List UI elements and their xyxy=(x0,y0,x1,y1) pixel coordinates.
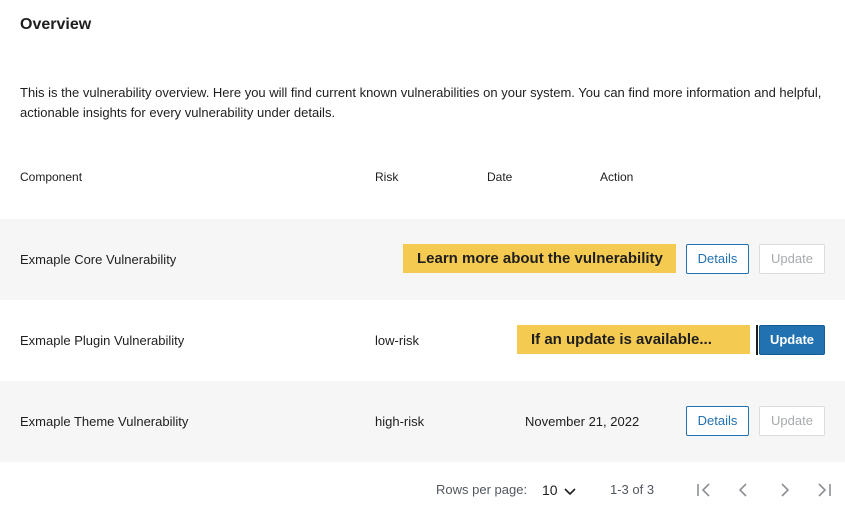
page-title: Overview xyxy=(20,16,92,33)
vulnerability-overview-page: Overview This is the vulnerability overv… xyxy=(0,0,845,521)
overview-description: This is the vulnerability overview. Here… xyxy=(20,85,822,120)
vulnerability-date: November 21, 2022 xyxy=(525,414,640,429)
table-row: Exmaple Core Vulnerability Learn more ab… xyxy=(0,219,845,300)
component-name: Exmaple Theme Vulnerability xyxy=(20,414,189,429)
chevron-down-icon[interactable] xyxy=(563,484,577,498)
column-header-component: Component xyxy=(20,170,83,184)
risk-level: high-risk xyxy=(375,414,425,429)
table-row: Exmaple Plugin Vulnerability low-risk If… xyxy=(0,300,845,381)
details-callout: Learn more about the vulnerability xyxy=(403,244,676,273)
column-header-action: Action xyxy=(600,170,634,184)
update-button[interactable]: Update xyxy=(759,325,825,355)
component-name: Exmaple Core Vulnerability xyxy=(20,252,177,267)
table-header: Component Risk Date Action xyxy=(0,168,845,188)
pagination: Rows per page: 10 1-3 of 3 xyxy=(0,470,845,510)
first-page-icon[interactable] xyxy=(694,480,714,500)
column-header-date: Date xyxy=(487,170,513,184)
rows-per-page-label: Rows per page: xyxy=(436,482,528,497)
next-page-icon[interactable] xyxy=(774,480,794,500)
risk-level: low-risk xyxy=(375,333,420,348)
component-name: Exmaple Plugin Vulnerability xyxy=(20,333,185,348)
callout-pointer xyxy=(756,325,758,355)
last-page-icon[interactable] xyxy=(814,480,834,500)
rows-per-page-select[interactable]: 10 xyxy=(542,482,558,498)
table-row: Exmaple Theme Vulnerability high-risk No… xyxy=(0,381,845,462)
details-button[interactable]: Details xyxy=(686,406,749,436)
update-button[interactable]: Update xyxy=(759,244,825,274)
update-button[interactable]: Update xyxy=(759,406,825,436)
previous-page-icon[interactable] xyxy=(734,480,754,500)
update-callout: If an update is available... xyxy=(517,325,750,354)
pagination-range: 1-3 of 3 xyxy=(610,482,655,497)
column-header-risk: Risk xyxy=(375,170,399,184)
details-button[interactable]: Details xyxy=(686,244,749,274)
